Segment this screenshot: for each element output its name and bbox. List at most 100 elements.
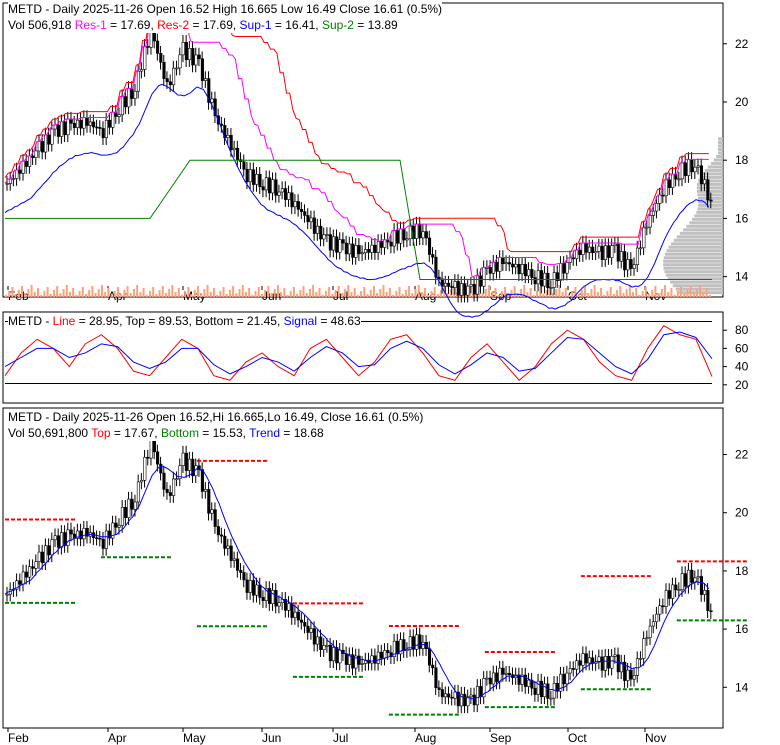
candle-body	[581, 242, 585, 255]
volume-bar	[520, 289, 523, 297]
candle-body	[488, 267, 492, 274]
volume-bar	[203, 289, 206, 297]
volume-bar	[702, 292, 705, 297]
volume-bar	[414, 289, 417, 297]
candle-body	[239, 570, 243, 573]
candle-body	[178, 54, 182, 69]
candle-body	[632, 675, 636, 680]
candle-body	[143, 456, 147, 481]
candle-body	[565, 672, 569, 685]
volume-bar	[676, 291, 679, 297]
volume-bar	[62, 289, 65, 297]
candle-body	[405, 238, 409, 241]
candle-body	[175, 478, 179, 481]
volume-bar	[94, 293, 97, 297]
volume-bar	[36, 288, 39, 297]
candle-body	[488, 677, 492, 685]
candle-body	[162, 61, 166, 79]
candle-body	[66, 118, 70, 136]
candle-body	[293, 611, 297, 618]
y-tick-label: 20	[735, 378, 749, 392]
volume-bar	[257, 287, 260, 297]
candle-body	[18, 169, 22, 174]
volume-bar	[651, 290, 654, 297]
candle-body	[172, 478, 176, 496]
candle-body	[143, 46, 147, 70]
volume-bar	[193, 290, 196, 297]
candle-body	[258, 173, 262, 188]
volume-bar	[641, 291, 644, 297]
candle-body	[82, 527, 86, 540]
candle-body	[498, 257, 502, 272]
volume-bar	[24, 293, 27, 297]
y-tick-label: 60	[735, 341, 749, 355]
volume-bar	[401, 294, 404, 297]
candle-body	[220, 534, 224, 537]
candle-body	[18, 580, 22, 585]
candle-body	[303, 211, 307, 216]
candle-body	[165, 78, 169, 83]
vol-label: Vol 506,918	[8, 18, 72, 32]
support2-line	[5, 159, 712, 281]
volume-bar	[196, 286, 199, 297]
candle-body	[437, 687, 441, 690]
volume-bar	[136, 285, 139, 297]
volume-bar	[40, 295, 43, 297]
candle-body	[181, 42, 185, 56]
candle-body	[431, 254, 435, 258]
candle-body	[575, 249, 579, 259]
candle-body	[421, 641, 425, 649]
candle-body	[507, 262, 512, 265]
volume-profile-bar	[686, 224, 723, 228]
x-tick-label: Nov	[645, 731, 666, 745]
volume-bar	[104, 292, 107, 297]
candle-body	[629, 669, 633, 680]
candle-body	[578, 660, 582, 666]
candle-body	[434, 667, 438, 689]
volume-bar	[107, 288, 110, 297]
candle-body	[66, 529, 70, 546]
candle-body	[226, 134, 230, 138]
volume-bar	[248, 288, 251, 297]
candle-body	[463, 283, 467, 296]
volume-bar	[510, 290, 513, 297]
candle-body	[133, 501, 137, 510]
candle-body	[95, 126, 99, 129]
candle-body	[322, 234, 326, 240]
volume-bar	[420, 292, 423, 297]
volume-bar	[132, 289, 135, 297]
candle-body	[127, 88, 131, 108]
volume-bar	[27, 289, 30, 297]
candle-body	[699, 165, 704, 185]
volume-bar	[280, 292, 283, 297]
x-tick-label: Oct	[568, 731, 587, 745]
candle-body	[24, 160, 28, 167]
candle-body	[443, 693, 448, 698]
candle-body	[258, 584, 262, 598]
candle-body	[696, 165, 700, 168]
candle-body	[232, 147, 236, 151]
volume-bar	[30, 285, 33, 297]
volume-bar	[168, 289, 171, 297]
volume-profile-bar	[676, 235, 723, 239]
candle-body	[204, 78, 208, 81]
candle-body	[680, 573, 684, 590]
volume-bar	[532, 295, 535, 297]
candle-body	[229, 545, 233, 561]
candle-body	[53, 535, 57, 541]
volume-bar	[251, 295, 254, 297]
volume-bar	[161, 286, 164, 297]
volume-bar	[619, 286, 622, 297]
candle-body	[261, 597, 265, 601]
candle-body	[648, 625, 652, 639]
volume-profile-bar	[699, 175, 723, 179]
volume-bar	[315, 292, 318, 297]
candle-body	[248, 580, 252, 593]
line-label: Line	[52, 314, 76, 328]
candle-body	[223, 535, 227, 549]
candle-body	[536, 270, 540, 285]
volume-profile-bar	[672, 284, 723, 288]
volume-bar	[49, 294, 52, 297]
candle-body	[287, 192, 291, 200]
top-value: = 17.67,	[110, 426, 161, 440]
